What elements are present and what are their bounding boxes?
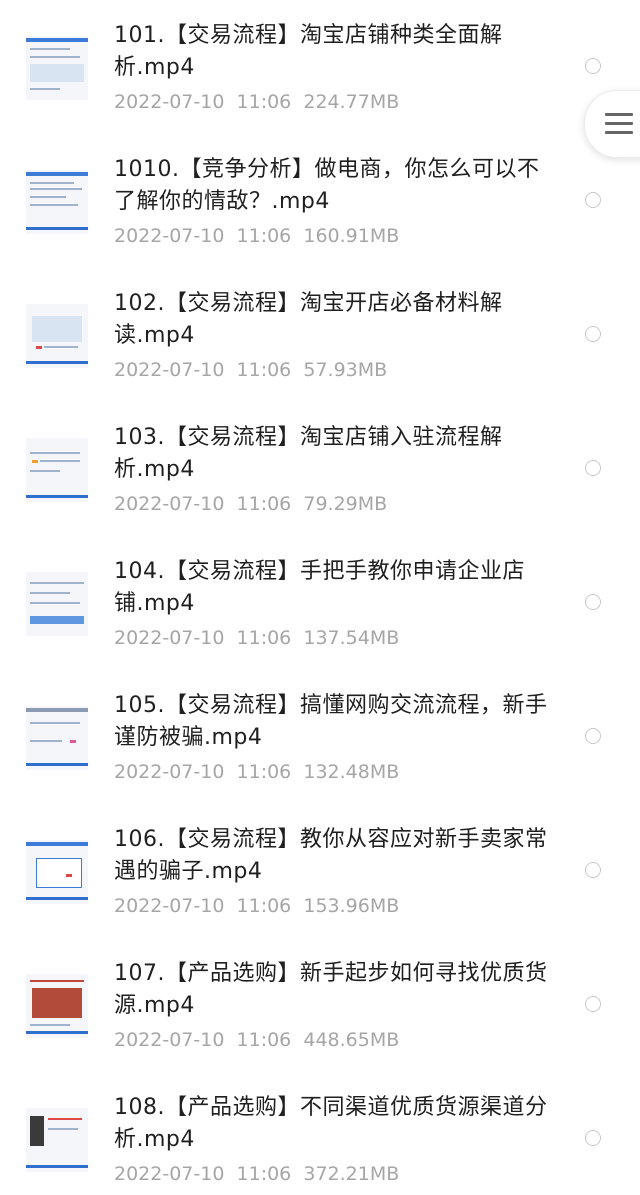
file-time: 11:06 <box>236 1163 292 1185</box>
video-thumbnail <box>26 304 88 368</box>
file-date: 2022-07-10 <box>114 225 225 247</box>
video-thumbnail <box>26 840 88 904</box>
select-radio[interactable] <box>585 326 601 342</box>
file-size: 153.96MB <box>303 895 400 917</box>
file-time: 11:06 <box>236 91 292 113</box>
menu-icon-bar <box>605 131 633 134</box>
file-time: 11:06 <box>236 761 292 783</box>
file-size: 57.93MB <box>303 359 388 381</box>
list-item[interactable]: 101.【交易流程】淘宝店铺种类全面解析.mp4 2022-07-10 11:0… <box>0 0 640 134</box>
file-name: 105.【交易流程】搞懂网购交流流程，新手谨防被骗.mp4 <box>114 693 548 750</box>
file-meta: 2022-07-10 11:06 160.91MB <box>114 223 399 249</box>
file-date: 2022-07-10 <box>114 359 225 381</box>
file-date: 2022-07-10 <box>114 493 225 515</box>
file-time: 11:06 <box>236 225 292 247</box>
list-item[interactable]: 106.【交易流程】教你从容应对新手卖家常遇的骗子.mp4 2022-07-10… <box>0 804 640 938</box>
list-item[interactable]: 104.【交易流程】手把手教你申请企业店铺.mp4 2022-07-10 11:… <box>0 536 640 670</box>
file-meta: 2022-07-10 11:06 132.48MB <box>114 759 399 785</box>
file-name: 1010.【竞争分析】做电商，你怎么可以不了解你的情敌？.mp4 <box>114 157 540 214</box>
file-name: 103.【交易流程】淘宝店铺入驻流程解析.mp4 <box>114 425 503 482</box>
select-radio[interactable] <box>585 58 601 74</box>
select-radio[interactable] <box>585 460 601 476</box>
select-radio[interactable] <box>585 1130 601 1146</box>
file-date: 2022-07-10 <box>114 91 225 113</box>
file-date: 2022-07-10 <box>114 1163 225 1185</box>
file-size: 448.65MB <box>303 1029 400 1051</box>
file-date: 2022-07-10 <box>114 1029 225 1051</box>
file-meta: 2022-07-10 11:06 153.96MB <box>114 893 399 919</box>
video-thumbnail <box>26 974 88 1038</box>
video-thumbnail <box>26 1108 88 1172</box>
file-time: 11:06 <box>236 895 292 917</box>
file-name: 102.【交易流程】淘宝开店必备材料解读.mp4 <box>114 291 503 348</box>
list-item[interactable]: 105.【交易流程】搞懂网购交流流程，新手谨防被骗.mp4 2022-07-10… <box>0 670 640 804</box>
file-size: 137.54MB <box>303 627 400 649</box>
file-size: 224.77MB <box>303 91 400 113</box>
video-thumbnail <box>26 170 88 234</box>
list-item[interactable]: 1010.【竞争分析】做电商，你怎么可以不了解你的情敌？.mp4 2022-07… <box>0 134 640 268</box>
video-thumbnail <box>26 438 88 502</box>
file-name: 106.【交易流程】教你从容应对新手卖家常遇的骗子.mp4 <box>114 827 548 884</box>
video-thumbnail <box>26 36 88 100</box>
file-time: 11:06 <box>236 1029 292 1051</box>
file-meta: 2022-07-10 11:06 137.54MB <box>114 625 399 651</box>
select-radio[interactable] <box>585 594 601 610</box>
select-radio[interactable] <box>585 862 601 878</box>
file-name: 107.【产品选购】新手起步如何寻找优质货源.mp4 <box>114 961 548 1018</box>
file-size: 372.21MB <box>303 1163 400 1185</box>
file-time: 11:06 <box>236 493 292 515</box>
file-date: 2022-07-10 <box>114 761 225 783</box>
file-date: 2022-07-10 <box>114 627 225 649</box>
file-name: 108.【产品选购】不同渠道优质货源渠道分析.mp4 <box>114 1095 548 1152</box>
file-meta: 2022-07-10 11:06 372.21MB <box>114 1161 399 1187</box>
file-size: 132.48MB <box>303 761 400 783</box>
file-date: 2022-07-10 <box>114 895 225 917</box>
select-radio[interactable] <box>585 728 601 744</box>
file-time: 11:06 <box>236 359 292 381</box>
file-meta: 2022-07-10 11:06 79.29MB <box>114 491 387 517</box>
file-size: 160.91MB <box>303 225 400 247</box>
list-item[interactable]: 107.【产品选购】新手起步如何寻找优质货源.mp4 2022-07-10 11… <box>0 938 640 1072</box>
video-thumbnail <box>26 706 88 770</box>
file-name: 101.【交易流程】淘宝店铺种类全面解析.mp4 <box>114 23 503 80</box>
list-item[interactable]: 103.【交易流程】淘宝店铺入驻流程解析.mp4 2022-07-10 11:0… <box>0 402 640 536</box>
file-meta: 2022-07-10 11:06 448.65MB <box>114 1027 399 1053</box>
list-item[interactable]: 108.【产品选购】不同渠道优质货源渠道分析.mp4 2022-07-10 11… <box>0 1072 640 1195</box>
floating-menu-button[interactable] <box>584 90 640 158</box>
file-meta: 2022-07-10 11:06 224.77MB <box>114 89 399 115</box>
file-name: 104.【交易流程】手把手教你申请企业店铺.mp4 <box>114 559 525 616</box>
menu-icon-bar <box>605 122 633 125</box>
file-time: 11:06 <box>236 627 292 649</box>
list-item[interactable]: 102.【交易流程】淘宝开店必备材料解读.mp4 2022-07-10 11:0… <box>0 268 640 402</box>
file-meta: 2022-07-10 11:06 57.93MB <box>114 357 387 383</box>
file-list: 101.【交易流程】淘宝店铺种类全面解析.mp4 2022-07-10 11:0… <box>0 0 640 1195</box>
video-thumbnail <box>26 572 88 636</box>
select-radio[interactable] <box>585 192 601 208</box>
select-radio[interactable] <box>585 996 601 1012</box>
file-size: 79.29MB <box>303 493 388 515</box>
menu-icon <box>605 113 633 116</box>
